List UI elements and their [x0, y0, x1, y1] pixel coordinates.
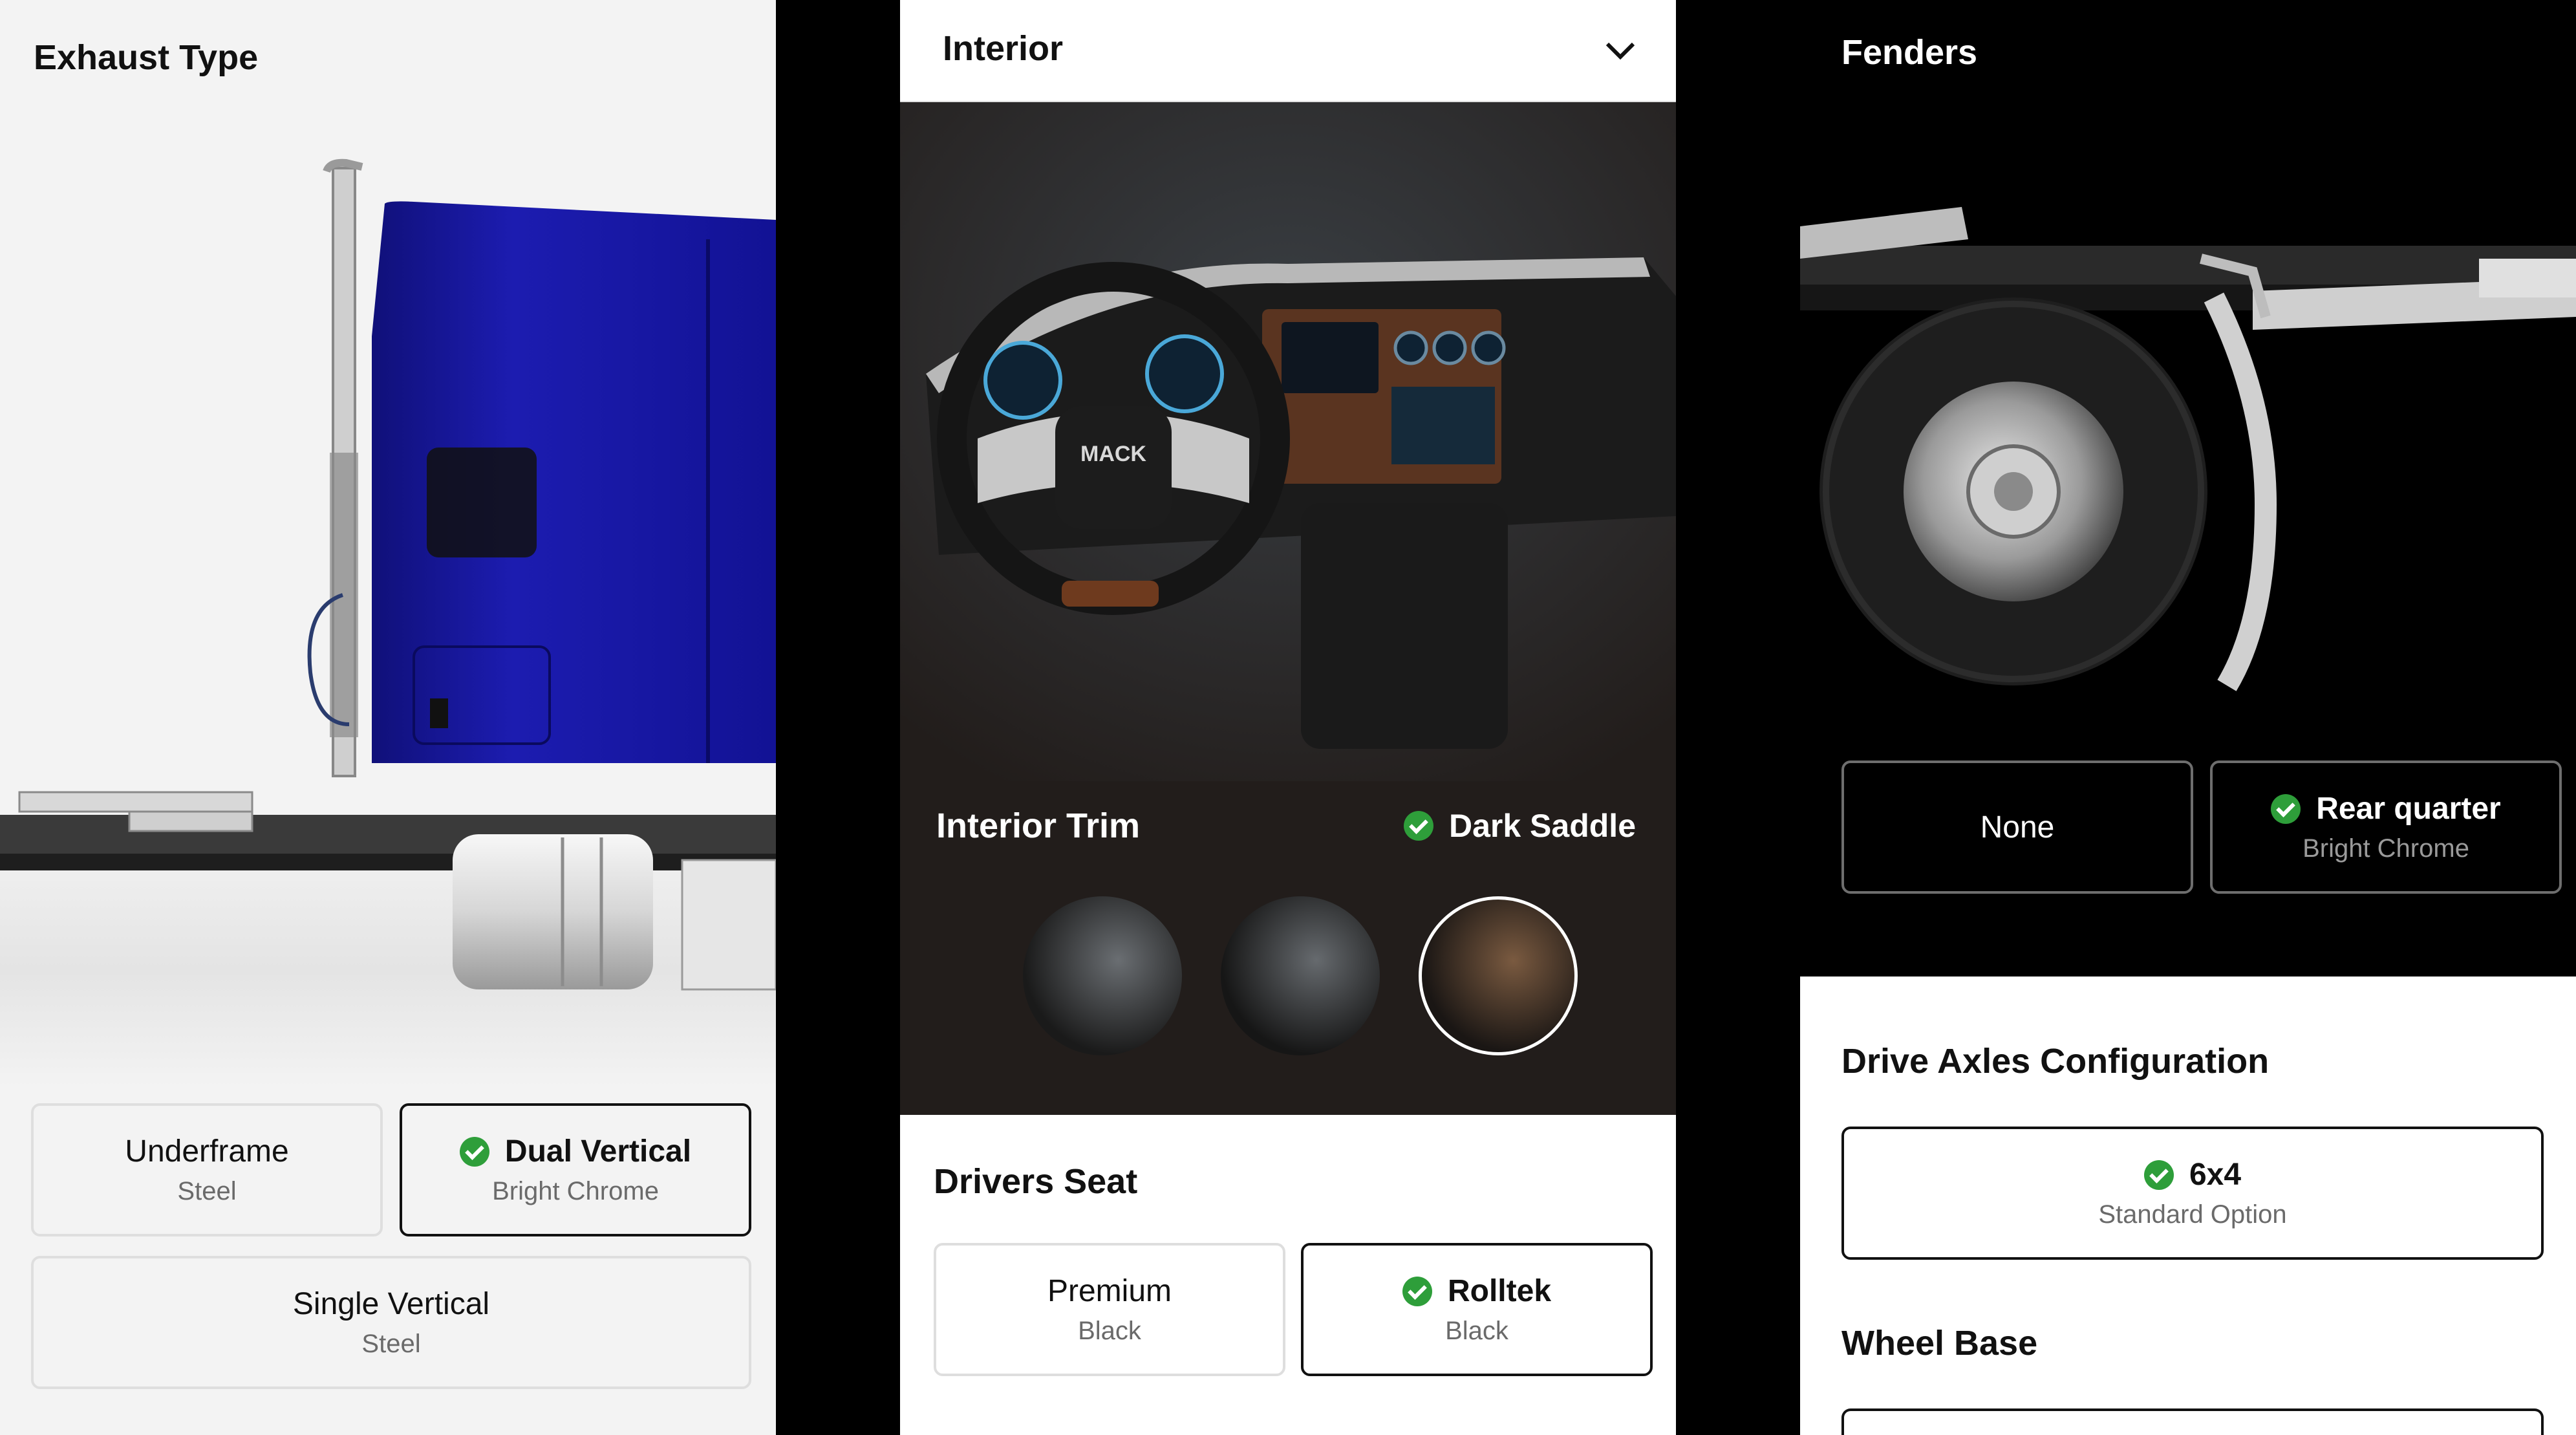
- interior-panel: Interior MACK Interior Trim Dark Saddle …: [900, 0, 1676, 1435]
- right-config-panel: Fenders None Rear quarter Bright Chrome …: [1800, 0, 2576, 1435]
- option-name: None: [1980, 810, 2055, 845]
- exhaust-type-panel: Exhaust Type Underframe Steel Dual Verti…: [0, 0, 776, 1435]
- option-finish: Bright Chrome: [492, 1177, 659, 1205]
- wheel-base-title: Wheel Base: [1841, 1324, 2038, 1363]
- dropdown-label: Interior: [943, 29, 1064, 68]
- check-circle-icon: [1402, 1276, 1432, 1306]
- dashboard-image: MACK: [900, 102, 1676, 781]
- interior-trim-title: Interior Trim: [936, 806, 1141, 845]
- fenders-section: Fenders None Rear quarter Bright Chrome: [1800, 0, 2576, 976]
- exhaust-option-single-vertical[interactable]: Single Vertical Steel: [31, 1256, 751, 1389]
- check-circle-icon: [2271, 793, 2301, 824]
- option-finish: Steel: [177, 1177, 237, 1205]
- check-circle-icon: [459, 1136, 489, 1167]
- exhaust-option-dual-vertical[interactable]: Dual Vertical Bright Chrome: [400, 1103, 751, 1236]
- interior-preview: MACK Interior Trim Dark Saddle: [900, 102, 1676, 1115]
- check-circle-icon: [2143, 1160, 2174, 1190]
- option-finish: Bright Chrome: [2302, 834, 2469, 863]
- fender-wheel-image: [1800, 207, 2576, 691]
- option-label: Standard Option: [2098, 1200, 2287, 1229]
- exhaust-option-underframe[interactable]: Underframe Steel: [31, 1103, 383, 1236]
- selected-trim-value: Dark Saddle: [1448, 808, 1636, 844]
- option-name: Rear quarter: [2316, 792, 2501, 826]
- axle-option-6x4[interactable]: 6x4 Standard Option: [1841, 1127, 2544, 1260]
- fenders-title: Fenders: [1841, 33, 1978, 72]
- drivers-seat-title: Drivers Seat: [934, 1162, 1138, 1201]
- check-circle-icon: [1403, 811, 1433, 841]
- wheel-base-option[interactable]: [1841, 1408, 2544, 1435]
- fender-option-rear-quarter[interactable]: Rear quarter Bright Chrome: [2210, 761, 2562, 894]
- option-name: Premium: [1047, 1274, 1172, 1308]
- option-name: Single Vertical: [292, 1287, 490, 1321]
- trim-swatch-3-selected[interactable]: [1419, 896, 1578, 1055]
- option-color: Black: [1445, 1317, 1508, 1345]
- truck-exhaust-image: [0, 158, 776, 1086]
- interior-trim-selected: Dark Saddle: [1403, 807, 1636, 845]
- axles-section: Drive Axles Configuration 6x4 Standard O…: [1800, 976, 2576, 1435]
- interior-dropdown[interactable]: Interior: [900, 0, 1676, 102]
- exhaust-type-title: Exhaust Type: [34, 38, 259, 77]
- trim-swatch-2[interactable]: [1221, 896, 1380, 1055]
- option-name: 6x4: [2189, 1158, 2242, 1192]
- option-name: Rolltek: [1447, 1274, 1552, 1308]
- trim-swatch-1[interactable]: [1023, 896, 1182, 1055]
- option-name: Dual Vertical: [504, 1134, 692, 1169]
- option-name: Underframe: [125, 1134, 289, 1169]
- svg-text:MACK: MACK: [1080, 442, 1146, 466]
- drive-axles-title: Drive Axles Configuration: [1841, 1042, 2270, 1081]
- seat-option-rolltek[interactable]: Rolltek Black: [1301, 1243, 1653, 1376]
- option-color: Black: [1078, 1317, 1141, 1345]
- option-finish: Steel: [361, 1330, 421, 1358]
- seat-option-premium[interactable]: Premium Black: [934, 1243, 1285, 1376]
- fender-option-none[interactable]: None: [1841, 761, 2193, 894]
- chevron-down-icon: [1605, 42, 1635, 60]
